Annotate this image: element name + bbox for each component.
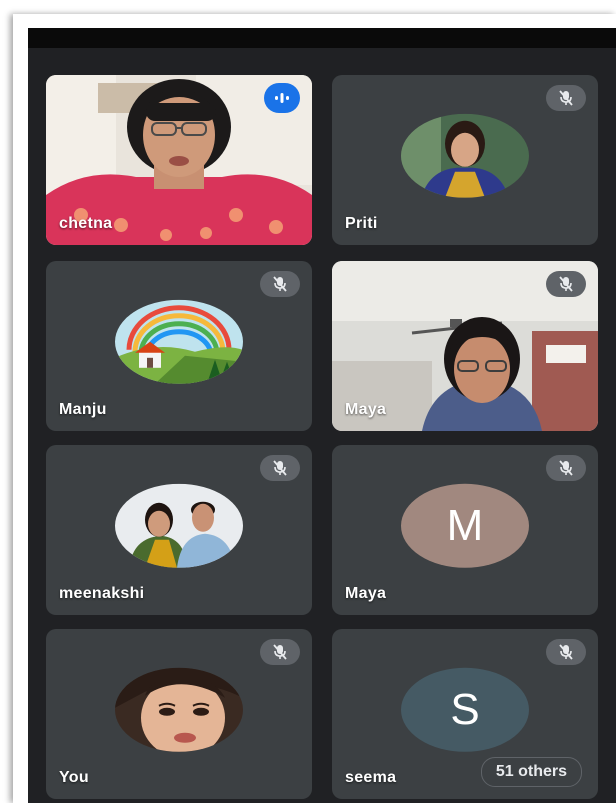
participant-letter-avatar: M	[401, 483, 529, 568]
mic-off-icon	[546, 639, 586, 665]
participant-letter-avatar: S	[401, 667, 529, 752]
participant-name: Manju	[59, 401, 107, 418]
participant-tile-meenakshi[interactable]: meenakshi	[46, 445, 312, 615]
participant-tile-you[interactable]: You	[46, 629, 312, 799]
participant-name: Priti	[345, 215, 378, 232]
participant-avatar	[401, 113, 529, 198]
participant-tile-manju[interactable]: Manju	[46, 261, 312, 431]
mic-off-icon	[260, 271, 300, 297]
participant-tile-chetna[interactable]: chetna	[46, 75, 312, 245]
others-count-button[interactable]: 51 others	[480, 757, 582, 787]
mic-off-icon	[260, 455, 300, 481]
participant-avatar	[115, 299, 243, 384]
top-bar	[28, 28, 616, 48]
mic-off-icon	[260, 639, 300, 665]
participant-avatar	[115, 483, 243, 568]
mic-off-icon	[546, 455, 586, 481]
participant-name: meenakshi	[59, 585, 145, 602]
participant-tile-seema[interactable]: S seema 51 others	[332, 629, 598, 799]
participant-tile-priti[interactable]: Priti	[332, 75, 598, 245]
participant-grid: chetna Priti Manju Maya meenakshi M Maya…	[28, 48, 616, 803]
participant-name: chetna	[59, 215, 113, 232]
participant-name: Maya	[345, 585, 387, 602]
participant-avatar	[115, 667, 243, 752]
speaking-indicator-icon	[264, 83, 300, 113]
mic-off-icon	[546, 85, 586, 111]
participant-name: Maya	[345, 401, 387, 418]
participant-tile-maya[interactable]: M Maya	[332, 445, 598, 615]
participant-name: You	[59, 769, 89, 786]
participant-tile-maya-video[interactable]: Maya	[332, 261, 598, 431]
mic-off-icon	[546, 271, 586, 297]
participant-name: seema	[345, 769, 397, 786]
